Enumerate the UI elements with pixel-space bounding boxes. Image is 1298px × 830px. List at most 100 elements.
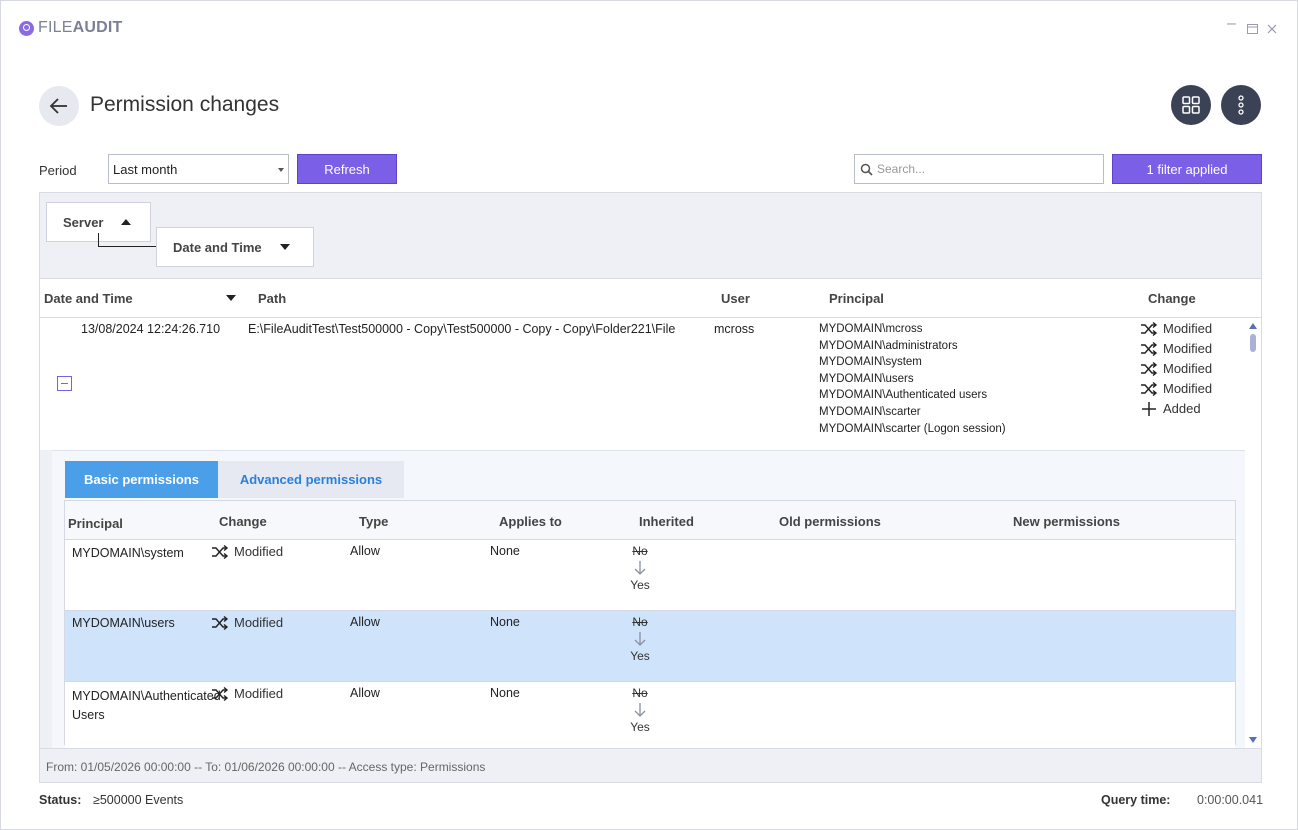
grid-icon [1182,96,1200,114]
group-connector [98,233,158,247]
row-principal: MYDOMAIN\Authenticated Users [72,689,221,722]
permissions-table: Principal Change Type Applies to Inherit… [64,500,1236,753]
column-header-change[interactable]: Change [1148,291,1196,306]
title-bar: FILEAUDIT – [1,1,1297,55]
principal-item: MYDOMAIN\scarter [819,405,921,418]
page-title: Permission changes [90,93,280,116]
principal-item: MYDOMAIN\mcross [819,323,923,335]
shuffle-icon [212,686,229,701]
sort-descending-icon [279,244,290,250]
arrow-down-icon [628,629,652,649]
arrow-down-icon [628,700,652,720]
record-change-list: Modified Modified Modified Modified Adde… [1140,319,1212,419]
column-header-change[interactable]: Change [219,514,267,529]
column-header-principal[interactable]: Principal [829,291,884,306]
record-principal-list: MYDOMAIN\mcross MYDOMAIN\administrators … [819,321,1006,437]
inherited-old-value: No [632,544,648,558]
filter-button[interactable]: 1 filter applied [1112,154,1262,184]
change-item: Modified [1140,379,1212,399]
row-type: Allow [350,544,380,558]
record-path: E:\FileAuditTest\Test500000 - Copy\Test5… [248,322,676,336]
sort-descending-icon[interactable] [226,295,236,301]
status-label: Status: [39,793,82,807]
arrow-left-icon [49,98,67,114]
collapse-row-button[interactable] [57,376,72,391]
row-inherited: No Yes [628,686,652,734]
table-row[interactable]: MYDOMAIN\Authenticated Users Modified Al… [65,682,1235,753]
row-type: Allow [350,615,380,629]
column-header-row: Date and Time Path User Principal Change [40,278,1261,318]
row-applies-to: None [490,686,520,700]
inherited-new-value: Yes [630,720,650,734]
column-header-date[interactable]: Date and Time [44,291,133,306]
query-summary: From: 01/05/2026 00:00:00 -- To: 01/06/2… [46,760,486,774]
shuffle-icon [1141,322,1158,336]
principal-item: MYDOMAIN\administrators [819,339,958,352]
refresh-button[interactable]: Refresh [297,154,397,184]
scrollbar-thumb[interactable] [1250,334,1256,352]
query-time-value: 0:00:00.041 [1197,793,1264,807]
column-header-principal[interactable]: Principal [68,516,123,531]
shuffle-icon [212,544,229,559]
kebab-menu-icon [1238,95,1244,115]
plus-icon [1142,402,1156,416]
record-date: 13/08/2024 12:24:26.710 [81,322,221,336]
search-box[interactable] [854,154,1104,184]
table-row[interactable]: MYDOMAIN\system Modified Allow None No Y… [65,540,1235,611]
change-item: Modified [1140,339,1212,359]
query-summary-bar: From: 01/05/2026 00:00:00 -- To: 01/06/2… [40,748,1261,782]
row-inherited: No Yes [628,544,652,592]
sort-ascending-icon [121,219,132,225]
tab-basic-permissions[interactable]: Basic permissions [65,461,218,498]
detail-panel: Basic permissions Advanced permissions P… [52,450,1245,753]
app-window: FILEAUDIT – Permission changes Period La… [0,0,1298,830]
group-chip-label: Date and Time [173,239,262,255]
row-change: Modified [211,686,283,701]
table-row[interactable]: MYDOMAIN\users Modified Allow None No Ye… [65,611,1235,682]
period-select-value: Last month [113,162,178,177]
row-principal: MYDOMAIN\users [72,616,175,630]
period-select[interactable]: Last month [108,154,289,184]
group-chip-date-time[interactable]: Date and Time [156,227,314,267]
scroll-up-icon[interactable] [1248,322,1258,330]
vertical-scrollbar[interactable] [1245,318,1261,748]
column-header-user[interactable]: User [721,291,750,306]
more-options-button[interactable] [1221,85,1261,125]
row-type: Allow [350,686,380,700]
minimize-icon[interactable]: – [1227,15,1236,33]
shuffle-icon [1141,362,1158,376]
arrow-down-icon [628,558,652,578]
column-header-inherited[interactable]: Inherited [639,514,694,529]
maximize-icon[interactable] [1247,21,1258,37]
dropdown-arrow-icon [278,168,284,172]
principal-item: MYDOMAIN\scarter (Logon session) [819,422,1006,435]
close-icon[interactable] [1267,21,1277,37]
scroll-down-icon[interactable] [1248,736,1258,744]
column-header-type[interactable]: Type [359,514,388,529]
status-value: ≥500000 Events [93,793,184,807]
column-header-old-permissions[interactable]: Old permissions [779,514,881,529]
logo-text-bold: AUDIT [72,19,123,36]
column-header-path[interactable]: Path [258,291,286,306]
back-button[interactable] [39,86,79,126]
shuffle-icon [1141,382,1158,396]
search-input[interactable] [877,162,1097,176]
row-applies-to: None [490,544,520,558]
shuffle-icon [212,615,229,630]
inherited-new-value: Yes [630,578,650,592]
record-user: mcross [714,322,755,336]
permissions-header-row: Principal Change Type Applies to Inherit… [65,501,1235,540]
principal-item: MYDOMAIN\Authenticated users [819,389,988,402]
column-header-applies-to[interactable]: Applies to [499,514,562,529]
tab-advanced-permissions[interactable]: Advanced permissions [218,461,404,498]
principal-item: MYDOMAIN\users [819,372,914,385]
principal-item: MYDOMAIN\system [819,356,922,369]
period-label: Period [39,163,77,178]
column-header-new-permissions[interactable]: New permissions [1013,514,1120,529]
query-time-label: Query time: [1101,793,1171,807]
table-row[interactable]: 13/08/2024 12:24:26.710 E:\FileAuditTest… [40,318,1245,450]
row-change: Modified [211,615,283,630]
results-grid: Server Date and Time Date and Time Path … [39,192,1262,783]
dashboard-button[interactable] [1171,85,1211,125]
app-logo: FILEAUDIT [19,19,122,37]
